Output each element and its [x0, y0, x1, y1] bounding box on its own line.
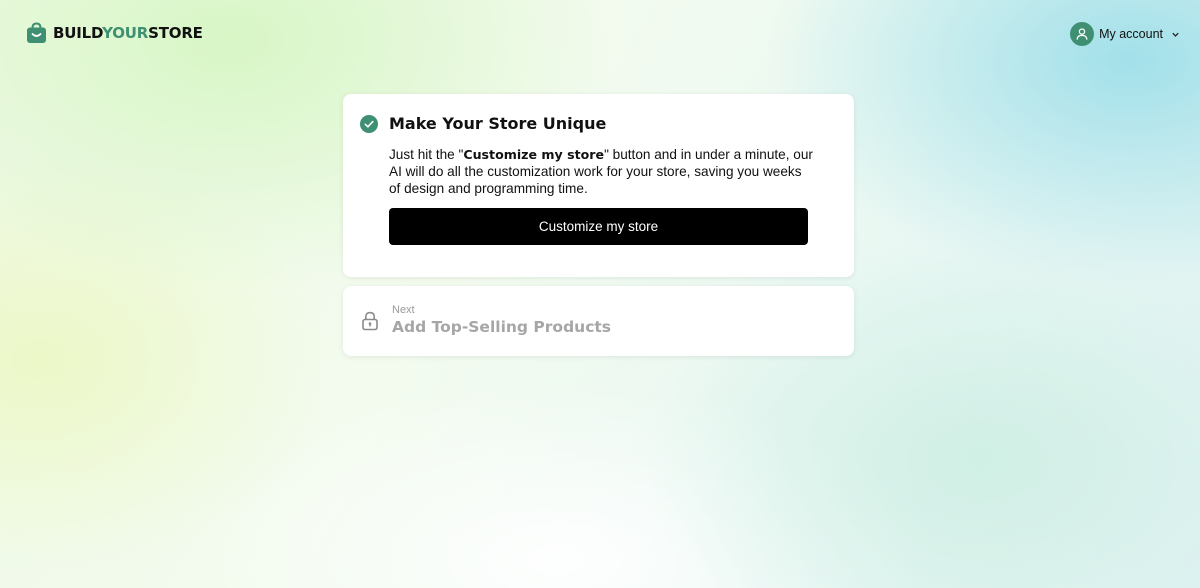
next-label: Next	[392, 304, 415, 316]
user-icon	[1076, 28, 1088, 40]
customize-store-button[interactable]: Customize my store	[389, 208, 808, 245]
logo-text: BUILDYOURSTORE	[53, 24, 203, 42]
shopping-bag-icon	[27, 22, 46, 43]
step-title: Add Top-Selling Products	[392, 318, 612, 336]
account-label: My account	[1099, 27, 1163, 41]
step-description: Just hit the "Customize my store" button…	[389, 147, 813, 196]
check-circle-icon	[360, 115, 378, 133]
step-title: Make Your Store Unique	[389, 114, 607, 133]
lock-icon	[362, 311, 378, 331]
chevron-down-icon	[1172, 32, 1179, 37]
account-menu[interactable]: My account	[1070, 22, 1180, 46]
avatar	[1070, 22, 1095, 46]
logo[interactable]: BUILDYOURSTORE	[26, 22, 203, 44]
step-card-products: Next Add Top-Selling Products	[343, 286, 854, 356]
step-card-customize: Make Your Store Unique Just hit the "Cus…	[343, 94, 854, 277]
